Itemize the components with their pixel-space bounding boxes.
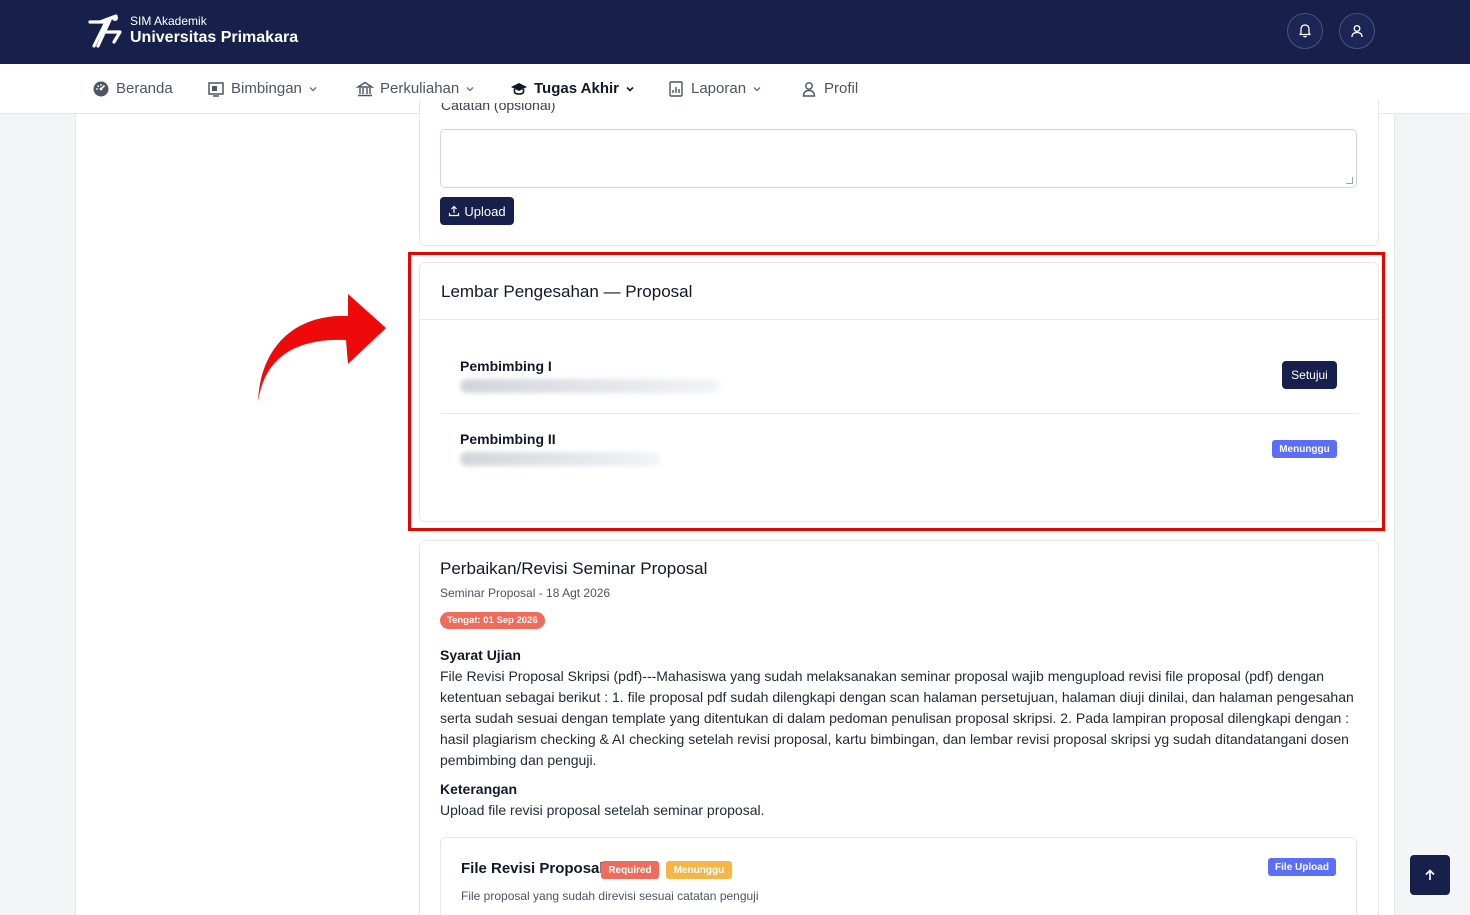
file-title: File Revisi Proposal [461,860,604,877]
scroll-to-top-button[interactable] [1410,855,1450,895]
graduation-cap-icon [511,82,527,95]
nav-label: Profil [824,80,859,97]
building-icon [356,81,374,96]
required-badge: Required [601,861,659,879]
user-icon [802,81,816,97]
arrow-up-icon [1425,869,1435,880]
nav-item-beranda[interactable]: Beranda [92,64,173,113]
resize-handle[interactable] [1346,177,1353,184]
approval-card-header: Lembar Pengesahan — Proposal [420,263,1378,320]
nav-label: Tugas Akhir [534,80,620,97]
note-label: Catatan (opsional) [441,103,556,113]
file-description: File proposal yang sudah direvisi sesuai… [461,889,759,903]
note-text: Upload file revisi proposal setelah semi… [440,802,765,818]
note-textarea[interactable] [440,129,1357,188]
status-badge: Menunggu [1272,440,1337,458]
app-title: Universitas Primakara [130,29,299,46]
chevron-down-icon [309,86,317,91]
user-menu-button[interactable] [1339,13,1375,49]
app-subtitle: SIM Akademik [130,14,207,28]
supervisor-2-name-redacted [460,452,660,466]
university-logo-icon [88,14,122,48]
nav-label: Perkuliahan [380,80,460,97]
status-badge: Menunggu [666,861,732,879]
upload-button-label: Upload [464,203,506,219]
nav-item-bimbingan[interactable]: Bimbingan [207,64,318,113]
requirement-heading: Syarat Ujian [440,647,521,663]
supervisor-1-label: Pembimbing I [460,358,552,374]
deadline-badge: Tengat: 01 Sep 2026 [440,612,545,629]
nav-label: Bimbingan [231,80,302,97]
chevron-down-icon [466,86,474,91]
upload-icon [449,205,460,217]
supervisor-1-name-redacted [460,379,720,393]
approve-button[interactable]: Setujui [1282,361,1337,389]
chevron-down-icon [753,86,761,91]
notifications-button[interactable] [1287,13,1323,49]
approval-title: Lembar Pengesahan — Proposal [441,282,693,301]
user-icon [1351,25,1363,38]
requirement-text: File Revisi Proposal Skripsi (pdf)---Mah… [440,668,1354,768]
revision-subtitle: Seminar Proposal - 18 Agt 2026 [440,586,611,600]
report-icon [669,80,683,97]
file-type-badge: File Upload [1268,858,1336,876]
top-header: SIM Akademik Universitas Primakara [0,0,1470,64]
dashboard-icon [93,81,109,96]
brand[interactable]: SIM Akademik Universitas Primakara [86,11,298,51]
revision-title: Perbaikan/Revisi Seminar Proposal [440,559,708,578]
nav-label: Beranda [116,80,173,97]
nav-label: Laporan [691,80,747,97]
bell-icon [1299,24,1311,38]
upload-button[interactable]: Upload [440,197,514,225]
board-icon [208,81,224,97]
annotation-arrow-icon [258,294,386,402]
chevron-down-icon [626,86,634,92]
note-heading: Keterangan [440,781,518,797]
supervisor-2-label: Pembimbing II [460,431,556,447]
row-divider [441,413,1358,414]
